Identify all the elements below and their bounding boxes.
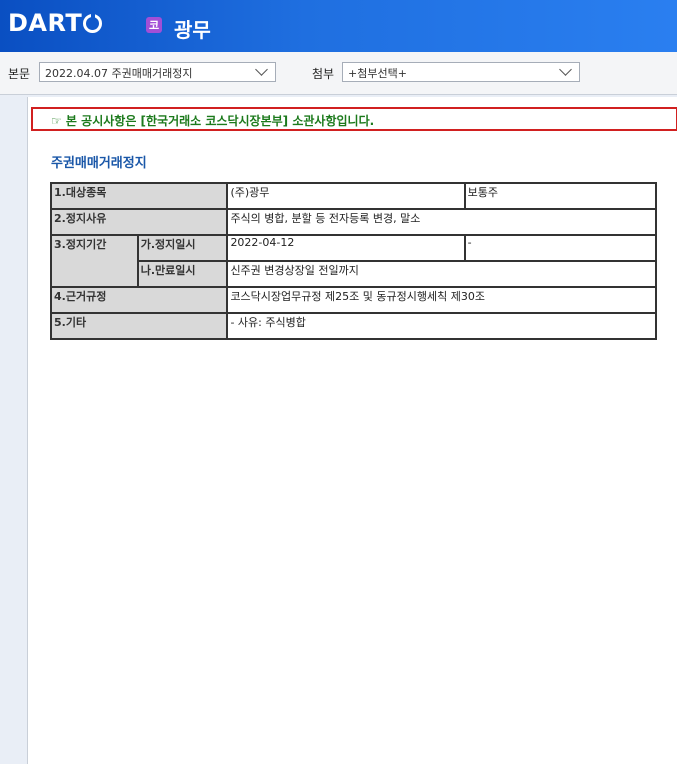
row-value: 2022-04-12 — [226, 234, 466, 262]
table-row: 2.정지사유 주식의 병합, 분할 등 전자등록 변경, 말소 — [49, 208, 657, 236]
table-row: 1.대상종목 (주)광무 보통주 — [49, 182, 658, 210]
logo-ring-icon — [83, 10, 103, 33]
document-view: ☞ 본 공시사항은 [한국거래소 코스닥시장본부] 소관사항입니다. 주권매매거… — [27, 97, 677, 764]
jurisdiction-notice: ☞ 본 공시사항은 [한국거래소 코스닥시장본부] 소관사항입니다. — [31, 107, 677, 131]
table-row: 3.정지기간 가.정지일시 2022-04-12 - — [50, 234, 658, 288]
row-label: 3.정지기간 — [50, 234, 139, 288]
body-select-value: 2022.04.07 주권매매거래정지 — [45, 67, 193, 80]
row-sublabel: 나.만료일시 — [136, 260, 229, 288]
row-value: (주)광무 — [226, 182, 466, 210]
attach-select-value: +첨부선택+ — [348, 67, 407, 80]
company-market-badge: 코 — [146, 17, 162, 33]
row-value-type: 보통주 — [463, 182, 658, 210]
logo-text: DART — [8, 9, 83, 37]
row-label: 5.기타 — [49, 312, 229, 340]
dart-logo[interactable]: DART — [8, 9, 103, 37]
table-row: 5.기타 - 사유: 주식병합 — [49, 312, 657, 340]
row-value: 신주권 변경상장일 전일까지 — [226, 260, 657, 288]
attach-label: 첨부 — [312, 67, 335, 81]
disclosure-table: 1.대상종목 (주)광무 보통주 2.정지사유 주식의 병합, 분할 등 전자등… — [49, 182, 658, 340]
row-value: 코스닥시장업무규정 제25조 및 동규정시행세칙 제30조 — [226, 286, 657, 314]
row-label: 4.근거규정 — [49, 286, 229, 314]
table-row: 나.만료일시 신주권 변경상장일 전일까지 — [51, 260, 657, 288]
chevron-down-icon — [255, 63, 268, 76]
app-header: DART 코 광무 — [0, 0, 677, 52]
row-value: 주식의 병합, 분할 등 전자등록 변경, 말소 — [226, 208, 657, 236]
attach-select[interactable]: +첨부선택+ — [342, 62, 580, 82]
document-title: 주권매매거래정지 — [51, 156, 147, 171]
company-name[interactable]: 광무 — [174, 14, 211, 43]
row-value-extra: - — [463, 234, 658, 262]
chevron-down-icon — [559, 63, 572, 76]
row-value: - 사유: 주식병합 — [226, 312, 657, 340]
row-label: 1.대상종목 — [49, 182, 229, 210]
table-row: 4.근거규정 코스닥시장업무규정 제25조 및 동규정시행세칙 제30조 — [49, 286, 657, 314]
row-sublabel: 가.정지일시 — [136, 234, 229, 262]
body-label: 본문 — [8, 67, 31, 81]
row-label: 2.정지사유 — [49, 208, 229, 236]
document-toolbar: 본문 2022.04.07 주권매매거래정지 첨부 +첨부선택+ — [0, 52, 677, 95]
body-select[interactable]: 2022.04.07 주권매매거래정지 — [39, 62, 276, 82]
